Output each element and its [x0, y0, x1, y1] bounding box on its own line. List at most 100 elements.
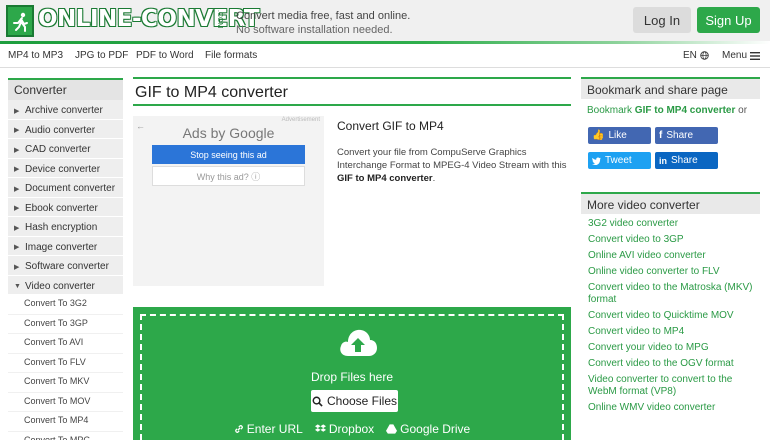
- bookmark-or: or: [738, 105, 748, 116]
- language-label: EN: [683, 50, 697, 61]
- enter-url-button[interactable]: Enter URL: [234, 422, 303, 436]
- facebook-like-button[interactable]: 👍 Like: [588, 127, 651, 144]
- ads-by-google: Ads by Google: [182, 125, 275, 141]
- dropbox-label: Dropbox: [328, 422, 375, 436]
- thumbs-up-icon: 👍: [592, 130, 605, 141]
- globe-icon: [700, 51, 709, 60]
- sidebar-subitem-mp4[interactable]: Convert To MP4: [8, 412, 123, 432]
- enter-url-label: Enter URL: [246, 422, 303, 436]
- dropbox-button[interactable]: Dropbox: [314, 422, 375, 436]
- dropbox-icon: [314, 424, 326, 432]
- sidebar-subitem-flv[interactable]: Convert To FLV: [8, 353, 123, 373]
- sidebar-subitem-mpg[interactable]: Convert To MPG: [8, 431, 123, 440]
- nav-item-file-formats[interactable]: File formats: [205, 50, 257, 61]
- tweet-label: Tweet: [605, 155, 632, 166]
- sidebar-subitem-3gp[interactable]: Convert To 3GP: [8, 314, 123, 334]
- video-link-mkv[interactable]: Convert video to the Matroska (MKV) form…: [588, 282, 753, 306]
- like-label: Like: [608, 130, 627, 141]
- tweet-button[interactable]: Tweet: [588, 152, 651, 169]
- sidebar-item-device[interactable]: ▶ Device converter: [8, 158, 123, 178]
- video-link-mov[interactable]: Convert video to Quicktime MOV: [588, 310, 753, 322]
- sidebar-item-document[interactable]: ▶ Document converter: [8, 178, 123, 198]
- sidebar-item-label: Archive converter: [25, 105, 103, 117]
- menu-button[interactable]: Menu: [722, 50, 761, 61]
- sidebar-item-ebook[interactable]: ▶ Ebook converter: [8, 197, 123, 217]
- google-drive-icon: [386, 424, 398, 434]
- sidebar-item-hash[interactable]: ▶ Hash encryption: [8, 217, 123, 237]
- caret-right-icon: ▶: [14, 224, 20, 232]
- caret-down-icon: ▼: [14, 282, 21, 290]
- sidebar-subitem-3g2[interactable]: Convert To 3G2: [8, 295, 123, 315]
- why-ad-button[interactable]: Why this ad? ⓘ: [152, 166, 305, 186]
- google-drive-label: Google Drive: [400, 422, 471, 436]
- google-drive-button[interactable]: Google Drive: [386, 422, 470, 436]
- linkedin-icon: in: [659, 155, 667, 166]
- sidebar-item-label: Device converter: [25, 163, 101, 175]
- logo-text[interactable]: ONLINE-CONVERT: [38, 6, 260, 32]
- sidebar-item-label: Hash encryption: [25, 222, 98, 234]
- desc-text: Convert your file from CompuServe Graphi…: [337, 147, 567, 171]
- sidebar-item-video[interactable]: ▼ Video converter: [8, 275, 123, 295]
- login-button[interactable]: Log In: [633, 7, 691, 33]
- sidebar-item-audio[interactable]: ▶ Audio converter: [8, 119, 123, 139]
- upload-sources: Enter URL Dropbox Google Drive: [142, 422, 562, 436]
- video-converter-list: 3G2 video converter Convert video to 3GP…: [581, 214, 760, 414]
- bookmark-heading: Bookmark and share page: [581, 77, 760, 99]
- caret-right-icon: ▶: [14, 185, 20, 193]
- link-icon: [234, 425, 243, 433]
- sidebar-subitem-mov[interactable]: Convert To MOV: [8, 392, 123, 412]
- sidebar-subitem-avi[interactable]: Convert To AVI: [8, 334, 123, 354]
- language-selector[interactable]: EN: [683, 50, 709, 61]
- desc-end: .: [432, 173, 436, 184]
- bookmark-link[interactable]: Bookmark: [587, 105, 632, 116]
- stop-ad-button[interactable]: Stop seeing this ad: [152, 145, 305, 164]
- fb-share-label: Share: [666, 130, 694, 141]
- sidebar-subitem-mkv[interactable]: Convert To MKV: [8, 373, 123, 393]
- bookmark-text: Bookmark GIF to MP4 converter or: [581, 99, 760, 116]
- converter-sidebar: Converter ▶ Archive converter ▶ Audio conv…: [8, 78, 123, 440]
- video-link-ogv[interactable]: Convert video to the OGV format: [588, 358, 753, 370]
- video-link-webm[interactable]: Video converter to convert to the WebM f…: [588, 374, 753, 398]
- caret-right-icon: ▶: [14, 146, 20, 154]
- video-link-mpg[interactable]: Convert your video to MPG: [588, 342, 753, 354]
- caret-right-icon: ▶: [14, 127, 20, 135]
- choose-files-button[interactable]: Choose Files: [311, 390, 398, 412]
- video-link-3gp[interactable]: Convert video to 3GP: [588, 234, 753, 246]
- drop-files-text: Drop Files here: [310, 370, 394, 384]
- ad-label: Advertisement: [281, 117, 320, 123]
- sidebar-item-label: Software converter: [25, 261, 109, 273]
- search-icon: [312, 396, 323, 407]
- bookmark-converter-name[interactable]: GIF to MP4 converter: [635, 105, 736, 116]
- linkedin-share-button[interactable]: in Share: [655, 152, 718, 169]
- more-video-heading: More video converter: [581, 192, 760, 214]
- video-link-avi[interactable]: Online AVI video converter: [588, 250, 753, 262]
- caret-right-icon: ▶: [14, 263, 20, 271]
- logo-runner-icon[interactable]: [6, 5, 34, 37]
- sidebar-item-software[interactable]: ▶ Software converter: [8, 256, 123, 276]
- facebook-share-button[interactable]: f Share: [655, 127, 718, 144]
- caret-right-icon: ▶: [14, 205, 20, 213]
- dropzone[interactable]: Drop Files here Choose Files Enter URL D…: [140, 314, 564, 440]
- site-header: ONLINE-CONVERT .COM Convert media free, …: [0, 0, 770, 44]
- bookmark-panel: Bookmark and share page Bookmark GIF to …: [581, 77, 760, 177]
- desc-converter-name: GIF to MP4 converter: [337, 173, 433, 184]
- sidebar-item-image[interactable]: ▶ Image converter: [8, 236, 123, 256]
- upload-area[interactable]: Drop Files here Choose Files Enter URL D…: [133, 307, 571, 440]
- advertisement: Advertisement ← Ads by Google Stop seein…: [133, 116, 324, 286]
- video-link-wmv[interactable]: Online WMV video converter: [588, 402, 753, 414]
- video-link-3g2[interactable]: 3G2 video converter: [588, 218, 753, 230]
- signup-button[interactable]: Sign Up: [697, 7, 760, 33]
- tagline-sub: No software installation needed.: [236, 24, 393, 36]
- page-title: GIF to MP4 converter: [133, 77, 571, 106]
- video-link-flv[interactable]: Online video converter to FLV: [588, 266, 753, 278]
- nav-item-jpg-to-pdf[interactable]: JPG to PDF: [75, 50, 128, 61]
- twitter-icon: [592, 157, 601, 165]
- caret-right-icon: ▶: [14, 166, 20, 174]
- convert-heading: Convert GIF to MP4: [337, 119, 444, 133]
- sidebar-item-cad[interactable]: ▶ CAD converter: [8, 139, 123, 159]
- sidebar-item-archive[interactable]: ▶ Archive converter: [8, 100, 123, 120]
- nav-item-pdf-to-word[interactable]: PDF to Word: [136, 50, 194, 61]
- video-link-mp4[interactable]: Convert video to MP4: [588, 326, 753, 338]
- nav-item-mp4-to-mp3[interactable]: MP4 to MP3: [8, 50, 63, 61]
- sidebar-item-label: Image converter: [25, 241, 98, 253]
